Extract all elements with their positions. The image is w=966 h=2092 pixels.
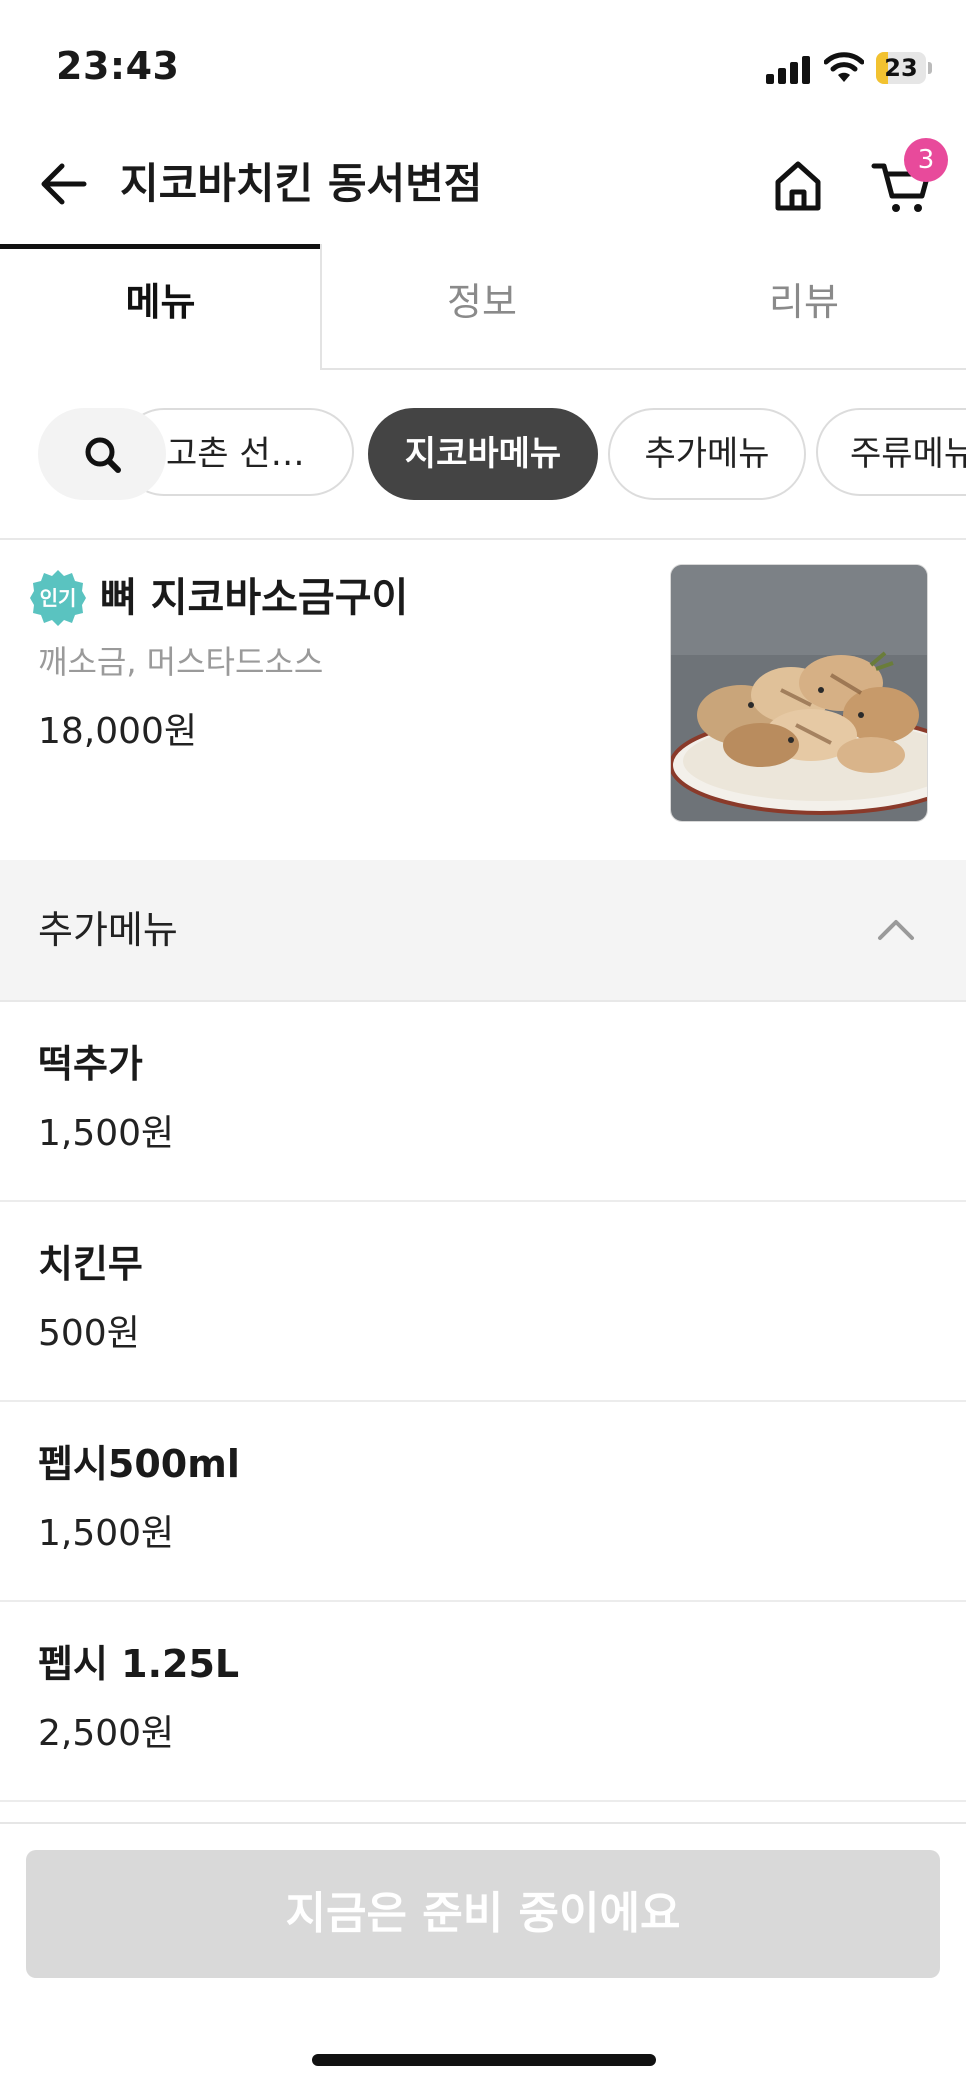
cellular-signal-icon <box>766 54 810 84</box>
featured-item-description: 깨소금, 머스타드소스 <box>38 643 324 681</box>
chip-category-2[interactable]: 추가메뉴 <box>608 408 806 500</box>
store-title: 지코바치킨 동서변점 <box>120 159 483 208</box>
cart-count-badge: 3 <box>904 138 948 182</box>
wifi-icon <box>823 50 865 84</box>
menu-item-price: 1,500원 <box>38 1513 175 1554</box>
battery-icon: 23 <box>876 52 932 84</box>
featured-item-price: 18,000원 <box>38 711 198 752</box>
menu-item-list-item[interactable]: 펩시 1.25L 2,500원 <box>0 1602 966 1802</box>
popular-badge: 인기 <box>28 568 88 628</box>
chevron-up-icon <box>872 906 920 954</box>
search-icon <box>85 437 121 473</box>
menu-item-price: 2,500원 <box>38 1713 175 1754</box>
category-chip-row: 고촌 선… 지코바메뉴 추가메뉴 주류메뉴 <box>0 408 966 502</box>
status-time: 23:43 <box>56 44 180 88</box>
additional-menu-section-header[interactable]: 추가메뉴 <box>0 860 966 1000</box>
featured-item-photo <box>670 564 928 822</box>
menu-item-price: 1,500원 <box>38 1113 175 1154</box>
back-button[interactable] <box>36 156 92 212</box>
chip-category-3[interactable]: 주류메뉴 <box>816 408 966 496</box>
popular-badge-label: 인기 <box>39 586 77 610</box>
home-button[interactable] <box>768 156 828 216</box>
menu-item-price: 500원 <box>38 1313 140 1354</box>
home-icon <box>775 161 821 211</box>
tab-info[interactable]: 정보 <box>322 244 642 368</box>
menu-search-button[interactable] <box>38 408 166 500</box>
battery-level: 23 <box>884 54 918 82</box>
menu-item-list-item[interactable]: 떡추가 1,500원 <box>0 1002 966 1202</box>
menu-item-name: 치킨무 <box>38 1242 143 1286</box>
menu-item-list-item[interactable]: 펩시500ml 1,500원 <box>0 1402 966 1602</box>
featured-item-name: 뼈 지코바소금구이 <box>100 575 409 621</box>
divider <box>0 1822 966 1824</box>
home-indicator <box>312 2054 656 2066</box>
menu-item-name: 떡추가 <box>38 1042 143 1086</box>
chip-category-1[interactable]: 지코바메뉴 <box>368 408 598 500</box>
section-title: 추가메뉴 <box>38 908 178 952</box>
menu-item-list-item[interactable]: 치킨무 500원 <box>0 1202 966 1402</box>
arrow-left-icon <box>41 163 87 205</box>
tab-menu[interactable]: 메뉴 <box>0 244 321 368</box>
menu-item-name: 펩시500ml <box>38 1442 240 1486</box>
tab-reviews[interactable]: 리뷰 <box>642 244 966 368</box>
order-button[interactable]: 지금은 준비 중이에요 <box>26 1850 940 1978</box>
menu-item-name: 펩시 1.25L <box>38 1642 240 1686</box>
tab-bar: 메뉴 정보 리뷰 <box>0 244 966 370</box>
